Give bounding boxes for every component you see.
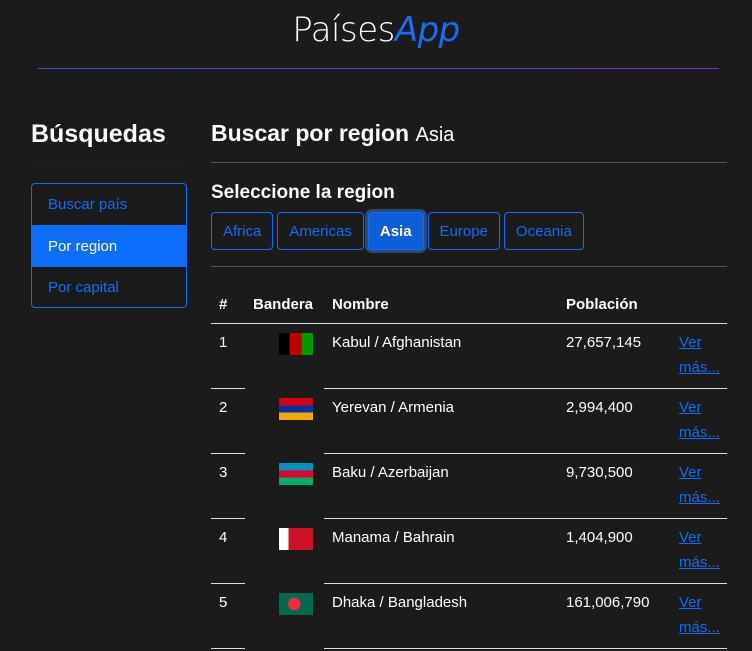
armenia-flag-icon <box>279 397 313 420</box>
table-row: 4 Manama / Bahrain 1,404,900 Ver más... <box>211 518 727 584</box>
ver-mas-link[interactable]: Ver más... <box>679 525 727 575</box>
row-number: 3 <box>211 453 245 519</box>
row-population: 1,404,900 <box>558 518 671 584</box>
row-number: 4 <box>211 518 245 584</box>
table-row: 5 Dhaka / Bangladesh 161,006,790 Ver más… <box>211 583 727 649</box>
divider <box>211 162 727 163</box>
afghanistan-flag-icon <box>279 332 313 355</box>
region-button-europe[interactable]: Europe <box>427 212 500 250</box>
row-population: 161,006,790 <box>558 583 671 649</box>
region-button-oceania[interactable]: Oceania <box>503 212 584 250</box>
flag-cell <box>245 323 324 388</box>
sidebar-item-buscar-pais[interactable]: Buscar país <box>32 184 186 225</box>
divider <box>211 266 727 267</box>
table-header-row: # Bandera Nombre Población <box>211 287 727 324</box>
region-button-americas[interactable]: Americas <box>277 212 364 250</box>
bahrain-flag-icon <box>279 527 313 550</box>
bangladesh-flag-icon <box>279 592 313 615</box>
row-population: 27,657,145 <box>558 323 671 389</box>
col-population: Población <box>558 287 671 324</box>
azerbaijan-flag-icon <box>279 462 313 485</box>
page-title-text: Buscar por region <box>211 120 410 146</box>
sidebar-item-por-capital[interactable]: Por capital <box>32 266 186 307</box>
ver-mas-link[interactable]: Ver más... <box>679 590 727 640</box>
flag-cell <box>245 518 324 583</box>
table-row: 2 Yerevan / Armenia 2,994,400 Ver más... <box>211 388 727 454</box>
sidebar-item-por-region[interactable]: Por region <box>32 225 186 266</box>
row-name: Baku / Azerbaijan <box>324 453 558 519</box>
region-buttons: Africa Americas Asia Europe Oceania <box>211 212 584 250</box>
row-number: 1 <box>211 323 245 389</box>
sidebar-divider <box>31 165 186 166</box>
row-number: 2 <box>211 388 245 454</box>
col-name: Nombre <box>324 287 558 324</box>
page-title: Buscar por region Asia <box>211 120 454 147</box>
sidebar-title: Búsquedas <box>31 120 166 148</box>
brand-suffix: App <box>394 10 460 50</box>
brand-name: Países <box>292 10 395 50</box>
region-select-title: Seleccione la region <box>211 182 395 203</box>
row-name: Kabul / Afghanistan <box>324 323 558 389</box>
row-population: 9,730,500 <box>558 453 671 519</box>
flag-cell <box>245 453 324 518</box>
sidebar-menu: Buscar país Por region Por capital <box>31 183 187 308</box>
flag-cell <box>245 583 324 648</box>
table-row: 1 Kabul / Afghanistan 27,657,145 Ver más… <box>211 323 727 389</box>
row-name: Manama / Bahrain <box>324 518 558 584</box>
col-actions <box>671 287 727 324</box>
col-flag: Bandera <box>245 287 324 324</box>
ver-mas-link[interactable]: Ver más... <box>679 330 727 380</box>
flag-cell <box>245 388 324 453</box>
ver-mas-link[interactable]: Ver más... <box>679 460 727 510</box>
header-divider <box>38 68 719 69</box>
row-population: 2,994,400 <box>558 388 671 454</box>
region-button-africa[interactable]: Africa <box>211 212 274 250</box>
countries-table: # Bandera Nombre Población 1 Kabul / Afg… <box>211 287 727 649</box>
table-row: 3 Baku / Azerbaijan 9,730,500 Ver más... <box>211 453 727 519</box>
page-title-region: Asia <box>415 124 455 146</box>
row-name: Yerevan / Armenia <box>324 388 558 454</box>
region-button-asia[interactable]: Asia <box>367 212 424 250</box>
row-name: Dhaka / Bangladesh <box>324 583 558 649</box>
col-number: # <box>211 287 245 324</box>
brand-logo: PaísesApp <box>0 10 752 50</box>
ver-mas-link[interactable]: Ver más... <box>679 395 727 445</box>
row-number: 5 <box>211 583 245 649</box>
